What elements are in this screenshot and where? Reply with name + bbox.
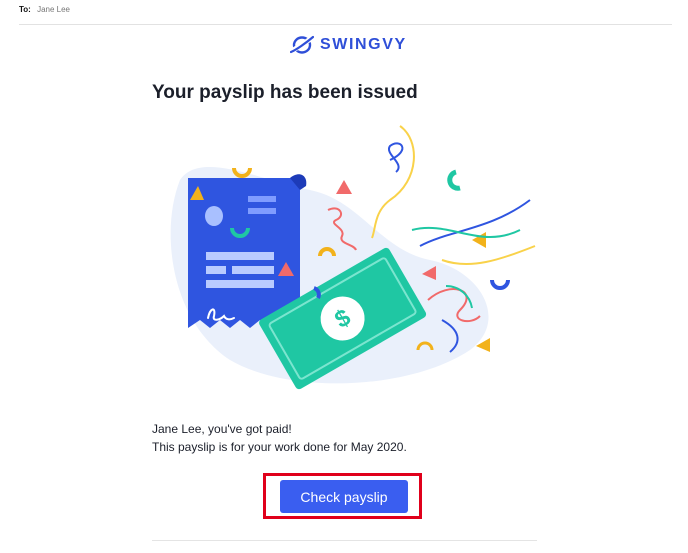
email-body: Jane Lee, you've got paid! This payslip …: [152, 420, 407, 456]
confetti-streamer: [387, 142, 404, 173]
confetti-arc: [447, 169, 461, 191]
brand-logo: SWINGVY: [290, 32, 407, 58]
email-headline: Your payslip has been issued: [152, 82, 418, 103]
check-payslip-button[interactable]: Check payslip: [280, 480, 408, 513]
payslip-illustration: $: [170, 125, 536, 390]
confetti-triangle: [336, 180, 352, 194]
header-divider: [19, 24, 672, 25]
confetti-streamer: [371, 125, 415, 239]
to-label: To:: [19, 5, 31, 14]
email-to-line: To: Jane Lee: [19, 5, 70, 14]
recipient-name[interactable]: Jane Lee: [37, 5, 70, 14]
confetti-streamer: [441, 245, 536, 266]
brand-wordmark: SWINGVY: [320, 36, 407, 53]
swingvy-logo-icon: [290, 35, 314, 54]
payslip-period-line: This payslip is for your work done for M…: [152, 440, 407, 454]
footer-divider: [152, 540, 537, 541]
greeting-line: Jane Lee, you've got paid!: [152, 422, 292, 436]
confetti-arc: [490, 279, 510, 290]
